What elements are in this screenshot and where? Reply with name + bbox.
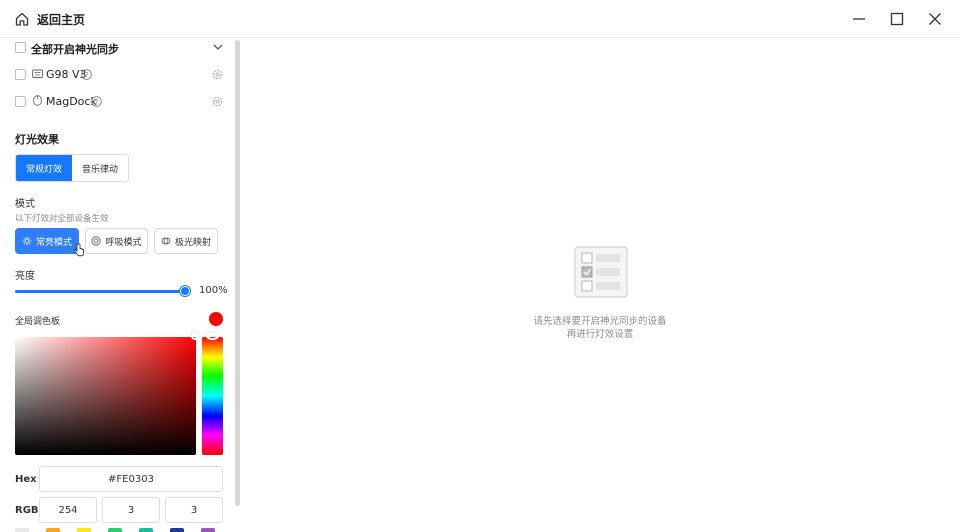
mode-breath-label: 呼吸模式 [105,237,142,248]
help-icon[interactable]: ? [81,69,92,80]
sun-icon [22,236,32,246]
close-button[interactable] [924,8,946,30]
maximize-icon [890,12,904,26]
current-color-indicator[interactable] [209,312,223,326]
palette-label: 全局调色板 [15,317,61,327]
lighting-section-title: 灯光效果 [15,133,59,146]
gear-icon[interactable] [212,96,223,107]
hex-input[interactable]: #FE0303 [39,466,223,492]
rgb-blue-input[interactable]: 3 [165,497,223,523]
color-swatch[interactable] [15,528,29,532]
brightness-slider-handle[interactable] [180,286,190,296]
minimize-button[interactable] [848,8,870,30]
all-sync-label: 全部开启神光同步 [31,43,119,56]
keyboard-icon [32,69,43,78]
back-home-link[interactable]: 返回主页 [37,11,85,28]
help-icon[interactable]: ? [91,96,102,107]
title-bar: 返回主页 [0,0,960,38]
home-icon[interactable] [14,11,30,27]
hue-slider[interactable] [202,337,223,455]
color-swatch[interactable] [170,528,184,532]
checklist-illustration-icon [574,246,628,298]
brightness-slider-track[interactable] [15,290,185,293]
mode-steady-button[interactable]: 常亮模式 [15,228,79,254]
minimize-icon [853,18,865,20]
rgb-label: RGB [15,505,39,516]
brightness-label: 亮度 [15,271,35,282]
maximize-button[interactable] [886,8,908,30]
mouse-icon [33,95,42,106]
color-swatch[interactable] [46,528,60,532]
hex-label: Hex [15,474,37,485]
aurora-icon [161,237,171,245]
color-swatch[interactable] [201,528,215,532]
mode-breath-button[interactable]: 呼吸模式 [85,228,148,254]
device-checkbox-g98[interactable] [15,69,26,80]
mode-steady-label: 常亮模式 [35,237,72,248]
mode-label: 模式 [15,199,35,210]
breath-icon [91,236,102,246]
color-picker-handle[interactable] [191,332,199,340]
mode-aurora-label: 极光映射 [174,237,211,248]
device-checkbox-magdock[interactable] [15,96,26,107]
color-swatch[interactable] [108,528,122,532]
tab-music-rhythm[interactable]: 音乐律动 [72,155,128,181]
tab-normal-effect[interactable]: 常规灯效 [16,155,72,181]
svg-text:?: ? [85,71,89,79]
rgb-red-input[interactable]: 254 [39,497,97,523]
mode-hint: 以下灯效对全部设备生效 [15,214,109,224]
rgb-green-input[interactable]: 3 [102,497,160,523]
saturation-value-picker[interactable] [15,337,196,455]
gear-icon[interactable] [212,69,223,80]
mode-aurora-button[interactable]: 极光映射 [154,228,218,254]
empty-state-line-2: 再进行灯效设置 [566,329,634,340]
all-sync-checkbox[interactable] [15,42,26,53]
effect-type-tabs: 常规灯效 音乐律动 [15,154,129,182]
close-icon [929,13,941,25]
color-swatch[interactable] [139,528,153,532]
empty-state-line-1: 请先选择要开启神光同步的设备 [533,316,667,327]
color-swatch[interactable] [77,528,91,532]
svg-text:?: ? [95,98,99,106]
hand-cursor-icon [74,243,84,257]
chevron-down-icon[interactable] [212,42,224,52]
brightness-value: 100% [199,285,228,296]
device-name-magdock: MagDock [46,95,97,108]
hue-slider-handle[interactable] [206,332,219,340]
sidebar-scrollbar[interactable] [235,40,240,506]
